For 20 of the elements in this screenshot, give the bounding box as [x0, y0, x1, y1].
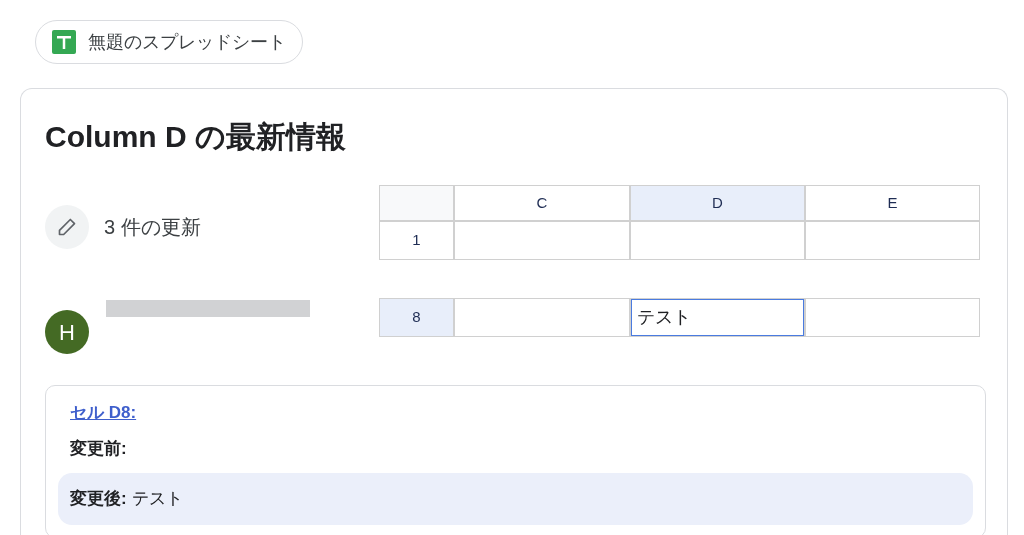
before-label: 変更前:: [70, 437, 128, 460]
table-cell[interactable]: テスト: [631, 299, 804, 336]
row-header: 8: [380, 299, 453, 336]
row-header: 1: [380, 222, 453, 259]
table-cell[interactable]: [455, 222, 629, 259]
column-header: C: [455, 186, 629, 220]
spreadsheet-icon: [52, 30, 76, 54]
update-count: 3 件の更新: [104, 215, 201, 240]
table-cell[interactable]: [806, 299, 979, 336]
after-label: 変更後:: [70, 488, 127, 511]
column-header: E: [806, 186, 979, 220]
after-value: テスト: [131, 488, 183, 511]
card-title: Column D の最新情報: [45, 119, 347, 155]
column-header: D: [631, 186, 804, 220]
cell-link[interactable]: セル D8:: [70, 403, 137, 422]
table-cell[interactable]: [631, 222, 804, 259]
table-cell[interactable]: [455, 299, 629, 336]
table-cell[interactable]: [806, 222, 979, 259]
edit-icon: [45, 205, 89, 249]
user-avatar: H: [45, 310, 89, 354]
